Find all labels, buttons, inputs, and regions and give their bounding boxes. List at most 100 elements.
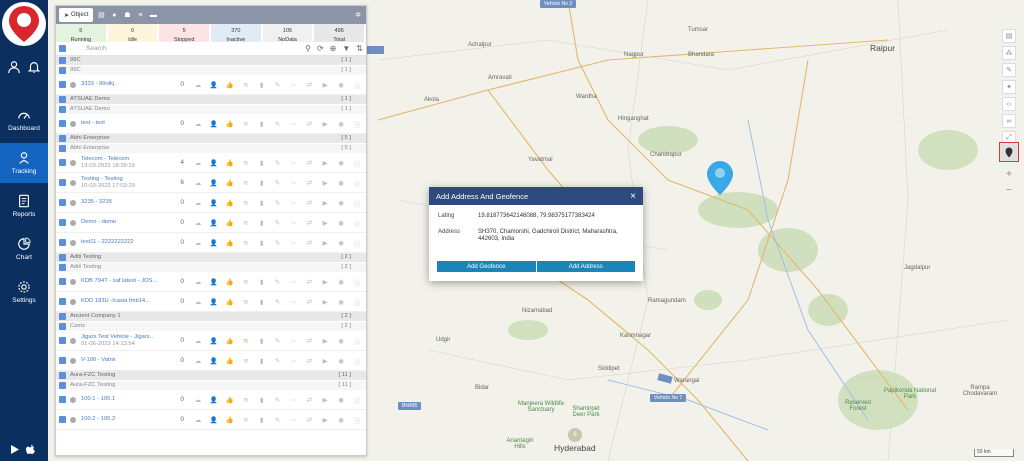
swap-icon[interactable]: ⇄ — [303, 179, 315, 187]
person-icon[interactable]: 👤 — [208, 396, 220, 404]
group-checkbox[interactable] — [59, 322, 66, 330]
cloud-icon[interactable]: ☁ — [192, 199, 204, 207]
status-box[interactable]: 370 Inactive — [211, 24, 263, 44]
map-label-button[interactable]: ✦ — [1002, 80, 1016, 94]
vehicle-checkbox[interactable] — [59, 81, 66, 88]
target-icon[interactable]: ⊕ — [330, 44, 337, 53]
info-icon[interactable]: ⓘ — [351, 158, 363, 168]
cloud-icon[interactable]: ☁ — [192, 357, 204, 365]
wifi-icon[interactable]: ≋ — [240, 239, 252, 247]
thumb-icon[interactable]: 👍 — [224, 239, 236, 247]
key-icon[interactable]: ✎ — [272, 120, 284, 128]
swap-icon[interactable]: ⇄ — [303, 219, 315, 227]
swap-icon[interactable]: ⇄ — [303, 298, 315, 306]
swap-icon[interactable]: ⇄ — [303, 81, 315, 89]
more-icon[interactable]: ⋯ — [287, 199, 299, 207]
group-row[interactable]: Aura-FZC Testing [ 11 ] — [56, 371, 366, 381]
thumb-icon[interactable]: 👍 — [224, 357, 236, 365]
battery-icon[interactable]: ▮ — [256, 337, 268, 345]
video-icon[interactable]: ▶ — [319, 239, 331, 247]
thumb-icon[interactable]: 👍 — [224, 179, 236, 187]
key-icon[interactable]: ✎ — [272, 298, 284, 306]
battery-icon[interactable]: ▮ — [256, 179, 268, 187]
cloud-icon[interactable]: ☁ — [192, 416, 204, 424]
thumb-icon[interactable]: 👍 — [224, 337, 236, 345]
wifi-icon[interactable]: ≋ — [240, 416, 252, 424]
swap-icon[interactable]: ⇄ — [303, 416, 315, 424]
key-icon[interactable]: ✎ — [272, 179, 284, 187]
nav-reports[interactable]: Reports — [0, 186, 48, 226]
refresh-icon[interactable]: ⟳ — [317, 44, 324, 53]
group-row[interactable]: ATSUAE Demo [ 1 ] — [56, 95, 366, 105]
vehicle-checkbox[interactable] — [59, 179, 66, 186]
user-icon[interactable]: ● — [109, 12, 119, 19]
bell-icon[interactable] — [27, 60, 41, 74]
video-icon[interactable]: ▶ — [319, 199, 331, 207]
wifi-icon[interactable]: ≋ — [240, 278, 252, 286]
key-icon[interactable]: ✎ — [272, 219, 284, 227]
wifi-icon[interactable]: ≋ — [240, 179, 252, 187]
status-box[interactable]: 5 Stopped — [159, 24, 212, 44]
vehicle-name-block[interactable]: test11 - 2222222222 — [81, 239, 172, 246]
person-icon[interactable]: 👤 — [208, 357, 220, 365]
cloud-icon[interactable]: ☁ — [192, 298, 204, 306]
vehicle-checkbox[interactable] — [59, 416, 66, 423]
vehicle-name-block[interactable]: Testing - Testing 10-03-2022 17:03:29 — [81, 176, 172, 190]
battery-icon[interactable]: ▮ — [256, 396, 268, 404]
battery-icon[interactable]: ▮ — [256, 81, 268, 89]
battery-icon[interactable]: ▮ — [256, 219, 268, 227]
vehicle-row[interactable]: KDB 794T - saf latest - JOS... 0 ☁ 👤 👍 ≋ ▮ ✎ ⋯ ⇄ ▶… — [56, 272, 366, 292]
subgroup-row[interactable]: Aura-FZC Testing [ 11 ] — [56, 380, 366, 390]
document-icon[interactable]: ▤ — [96, 11, 106, 19]
wifi-icon[interactable]: ≋ — [240, 120, 252, 128]
person-icon[interactable]: 👤 — [208, 278, 220, 286]
info-icon[interactable]: ⓘ — [351, 297, 363, 307]
vehicle-name-block[interactable]: 3235 - 3235 — [81, 199, 172, 206]
person-icon[interactable]: 👤 — [208, 81, 220, 89]
group-checkbox[interactable] — [59, 381, 66, 389]
map-link-button[interactable]: ∞ — [1002, 114, 1016, 128]
camera-icon[interactable]: ◉ — [335, 278, 347, 286]
status-box[interactable]: 0 Idle — [107, 24, 160, 44]
nav-chart[interactable]: Chart — [0, 229, 48, 269]
battery-icon[interactable]: ▮ — [256, 298, 268, 306]
vehicle-checkbox[interactable] — [59, 219, 66, 226]
group-checkbox[interactable] — [59, 134, 66, 142]
vehicle-marker[interactable] — [366, 46, 384, 54]
map-layers-button[interactable]: ▤ — [1002, 29, 1016, 43]
video-icon[interactable]: ▶ — [319, 416, 331, 424]
vehicle-row[interactable]: 100.1 - 100.1 0 ☁ 👤 👍 ≋ ▮ ✎ ⋯ ⇄ ▶ ◉ ⓘ — [56, 390, 366, 410]
vehicle-checkbox[interactable] — [59, 278, 66, 285]
vehicle-name-block[interactable]: test - test — [81, 120, 172, 127]
apple-icon[interactable] — [26, 444, 36, 455]
battery-icon[interactable]: ▮ — [256, 159, 268, 167]
swap-icon[interactable]: ⇄ — [303, 159, 315, 167]
vehicle-row[interactable]: V-100 - Vatrix 0 ☁ 👤 👍 ≋ ▮ ✎ ⋯ ⇄ ▶ ◉ ⓘ — [56, 351, 366, 371]
wifi-icon[interactable]: ≋ — [240, 337, 252, 345]
thumb-icon[interactable]: 👍 — [224, 120, 236, 128]
more-icon[interactable]: ⋯ — [287, 298, 299, 306]
info-icon[interactable]: ⓘ — [351, 218, 363, 228]
subgroup-row[interactable]: Camx [ 2 ] — [56, 321, 366, 331]
more-icon[interactable]: ⋯ — [287, 219, 299, 227]
swap-icon[interactable]: ⇄ — [303, 120, 315, 128]
group-checkbox[interactable] — [59, 66, 66, 74]
info-icon[interactable]: ⓘ — [351, 238, 363, 248]
group-checkbox[interactable] — [59, 105, 66, 113]
vehicle-checkbox[interactable] — [59, 396, 66, 403]
person-icon[interactable]: 👤 — [208, 298, 220, 306]
person-icon[interactable]: 👤 — [208, 219, 220, 227]
wifi-icon[interactable]: ≋ — [240, 81, 252, 89]
battery-icon[interactable]: ▮ — [256, 416, 268, 424]
vehicle-checkbox[interactable] — [59, 199, 66, 206]
subgroup-row[interactable]: Aditi Testing [ 2 ] — [56, 262, 366, 272]
list-icon[interactable]: ≡ — [135, 12, 145, 19]
cloud-icon[interactable]: ☁ — [192, 179, 204, 187]
info-icon[interactable]: ⓘ — [351, 277, 363, 287]
info-icon[interactable]: ⓘ — [351, 395, 363, 405]
info-icon[interactable]: ⓘ — [351, 356, 363, 366]
settings-icon[interactable]: ✲ — [353, 11, 363, 19]
marker-cluster[interactable]: 6 — [568, 428, 582, 442]
video-icon[interactable]: ▶ — [319, 278, 331, 286]
swap-icon[interactable]: ⇄ — [303, 357, 315, 365]
